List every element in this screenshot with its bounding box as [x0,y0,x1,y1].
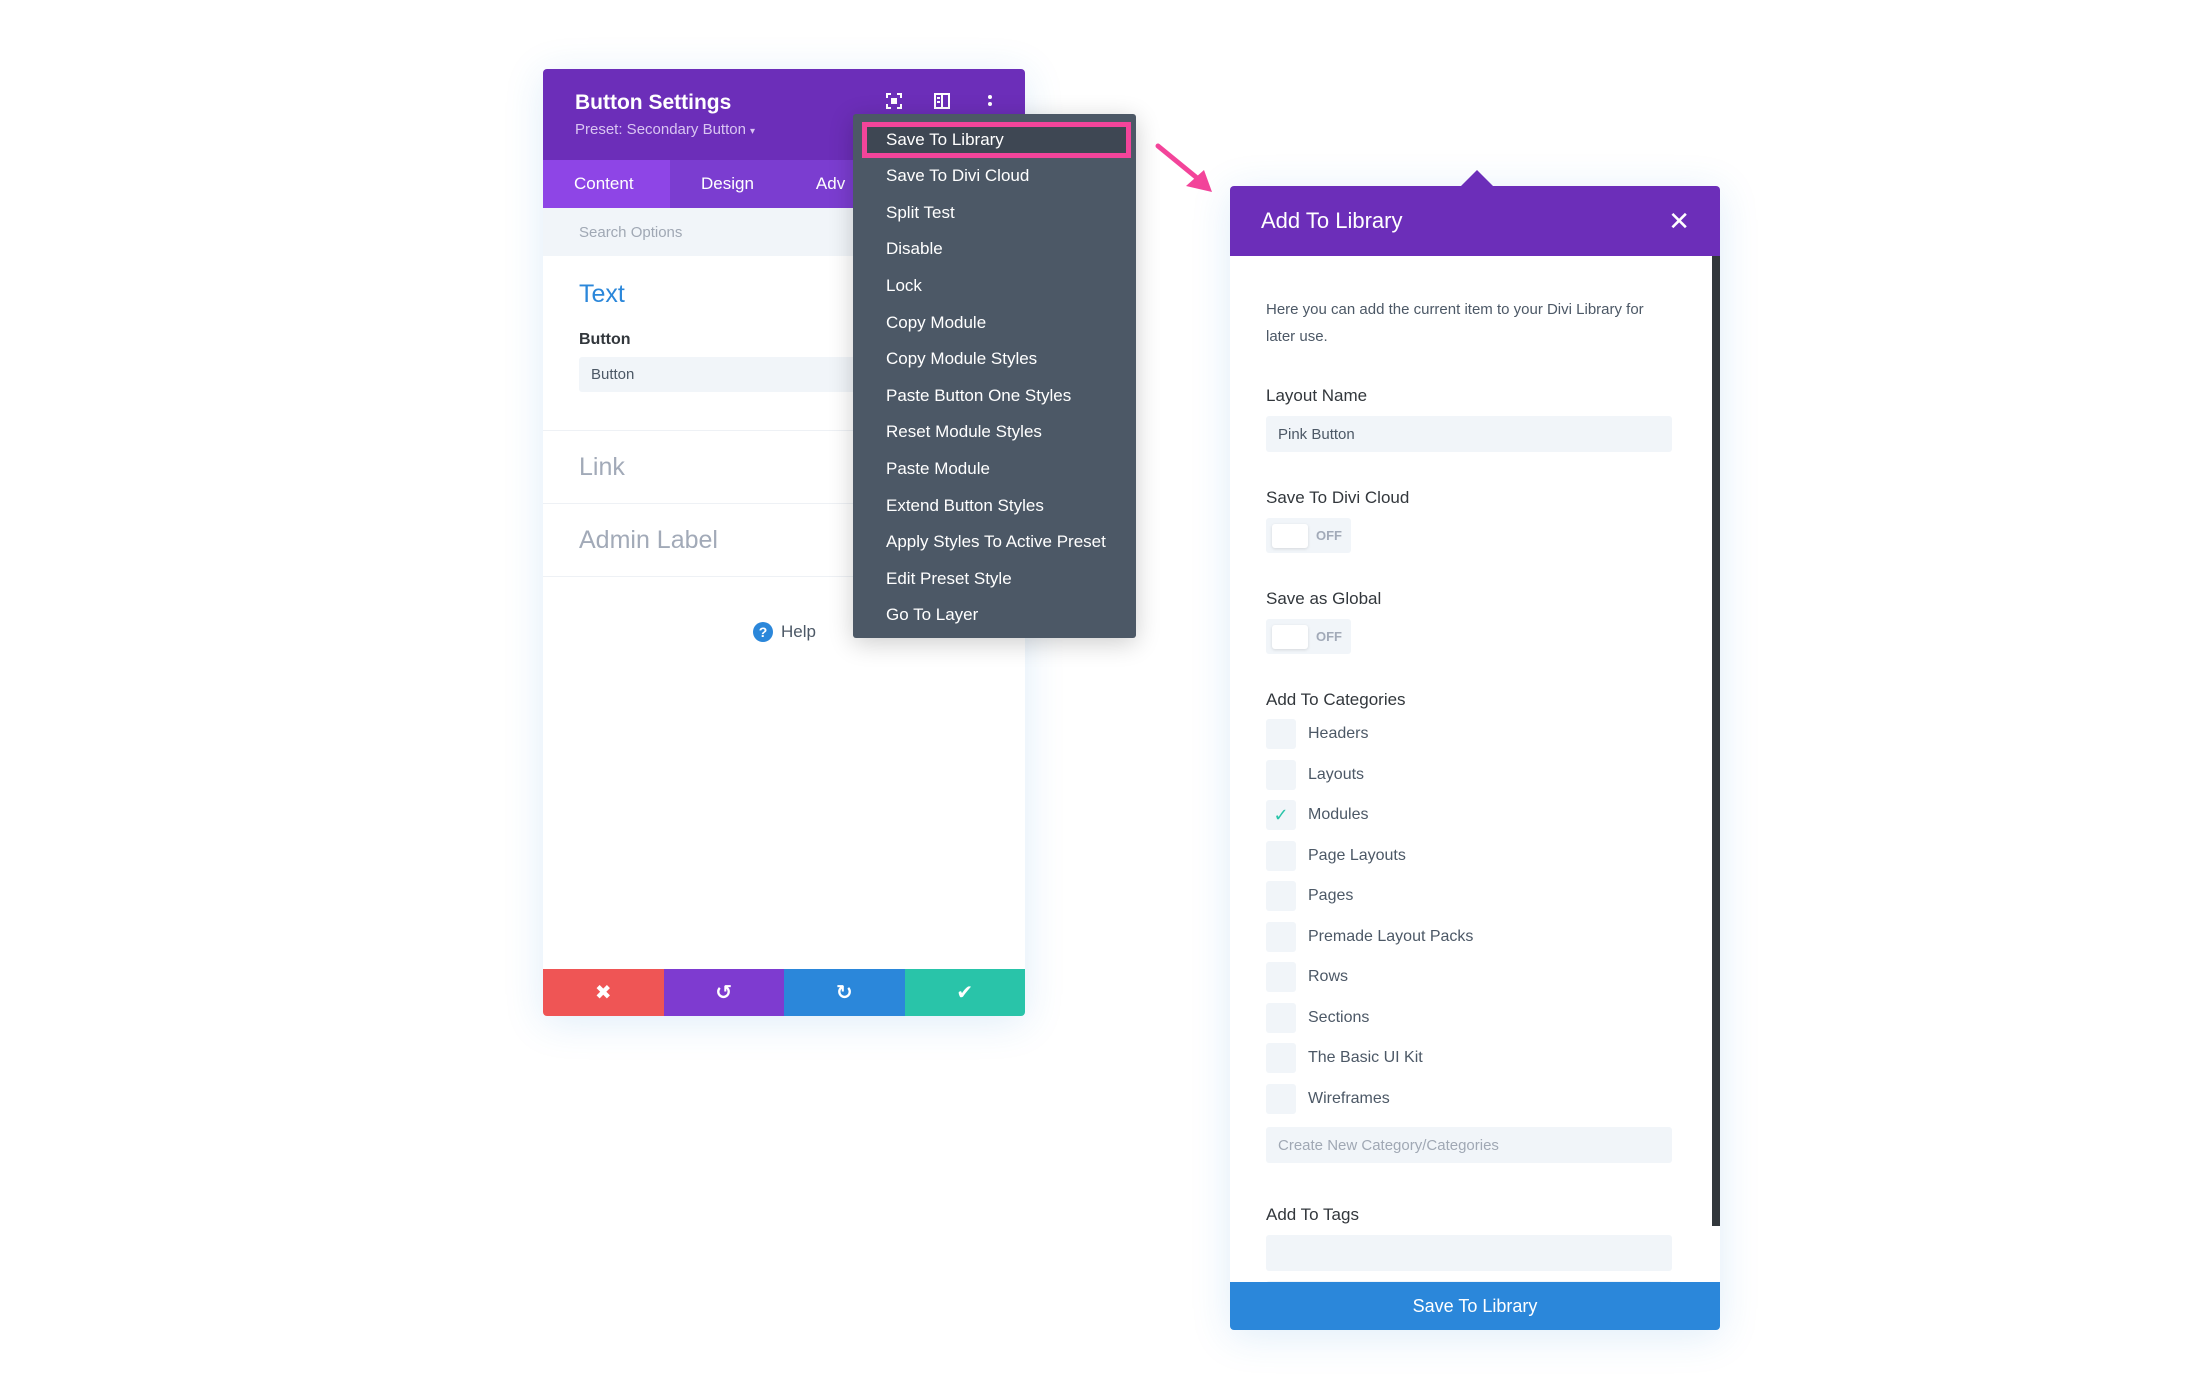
new-category-input[interactable]: Create New Category/Categories [1266,1127,1672,1163]
menu-item-extend-button-styles[interactable]: Extend Button Styles [853,487,1136,524]
category-item[interactable]: Page Layouts [1266,836,1675,877]
menu-item-save-to-library[interactable]: Save To Library [862,122,1131,158]
add-to-library-dialog: Add To Library ✕ Here you can add the cu… [1230,170,1720,1330]
checkbox[interactable] [1266,1083,1296,1114]
checkbox[interactable] [1266,759,1296,790]
help-link[interactable]: ? Help [753,622,816,642]
toggle-knob [1272,625,1308,649]
menu-item-edit-preset-style[interactable]: Edit Preset Style [853,561,1136,598]
tags-input[interactable] [1266,1235,1672,1271]
section-title-link: Link [579,452,625,481]
undo-icon: ↺ [715,982,733,1004]
dialog-body: Here you can add the current item to you… [1230,256,1720,1284]
category-label: Layouts [1308,765,1365,783]
redo-icon: ↻ [835,982,853,1004]
menu-item-go-to-layer[interactable]: Go To Layer [853,597,1136,634]
category-label: Headers [1308,725,1369,743]
category-item[interactable]: Wireframes [1266,1079,1675,1120]
section-title-admin-label: Admin Label [579,525,718,554]
save-as-global-label: Save as Global [1266,589,1382,608]
checkbox[interactable] [1266,962,1296,993]
check-icon: ✔ [956,982,974,1004]
save-to-library-button[interactable]: Save To Library [1230,1282,1720,1330]
category-label: Page Layouts [1308,846,1406,864]
layout-name-label: Layout Name [1266,386,1368,405]
category-item[interactable]: Rows [1266,957,1675,998]
help-label: Help [781,622,816,641]
layout-name-input[interactable]: Pink Button [1266,416,1672,452]
checkbox[interactable] [1266,840,1296,871]
save-to-cloud-toggle[interactable]: OFF [1266,518,1351,553]
category-item[interactable]: ✓ Modules [1266,795,1675,836]
close-icon[interactable]: ✕ [1668,208,1690,234]
toggle-state: OFF [1316,528,1342,543]
menu-item-paste-button-one-styles[interactable]: Paste Button One Styles [853,378,1136,415]
menu-item-save-to-divi-cloud[interactable]: Save To Divi Cloud [853,158,1136,195]
tab-design[interactable]: Design [670,160,785,208]
menu-item-apply-styles-to-active-preset[interactable]: Apply Styles To Active Preset [853,524,1136,561]
header-icons [885,92,999,110]
checkbox-checked[interactable]: ✓ [1266,800,1296,831]
focus-icon[interactable] [885,92,903,110]
category-item[interactable]: Headers [1266,714,1675,755]
category-item[interactable]: Sections [1266,998,1675,1039]
category-item[interactable]: Layouts [1266,755,1675,796]
module-context-menu: Save To Library Save To Divi Cloud Split… [853,114,1136,638]
dialog-description: Here you can add the current item to you… [1266,301,1644,345]
menu-item-lock[interactable]: Lock [853,268,1136,305]
split-view-icon[interactable] [933,92,951,110]
checkbox[interactable] [1266,921,1296,952]
tab-content[interactable]: Content [543,160,670,208]
annotation-arrow-icon [1155,143,1212,192]
menu-item-paste-module[interactable]: Paste Module [853,451,1136,488]
category-label: Pages [1308,887,1354,905]
menu-item-copy-module[interactable]: Copy Module [853,304,1136,341]
category-item[interactable]: Premade Layout Packs [1266,917,1675,958]
menu-item-reset-module-styles[interactable]: Reset Module Styles [853,414,1136,451]
close-icon: ✖ [594,982,612,1004]
undo-button[interactable]: ↺ [663,969,784,1016]
save-to-cloud-label: Save To Divi Cloud [1266,488,1410,507]
checkbox[interactable] [1266,1002,1296,1033]
toggle-state: OFF [1316,629,1342,644]
help-icon: ? [753,622,773,642]
category-label: Rows [1308,968,1349,986]
tags-label: Add To Tags [1266,1205,1359,1224]
dialog-header: Add To Library ✕ [1230,186,1720,256]
menu-item-disable[interactable]: Disable [853,231,1136,268]
category-item[interactable]: Pages [1266,876,1675,917]
caret-down-icon: ▾ [749,126,755,137]
category-list: Headers Layouts ✓ Modules Page Layouts Pa… [1266,714,1675,1119]
category-label: Modules [1308,806,1369,824]
more-vertical-icon[interactable] [981,92,999,110]
cancel-button[interactable]: ✖ [543,969,664,1016]
redo-button[interactable]: ↻ [784,969,905,1016]
checkmark-icon: ✓ [1273,804,1289,825]
category-label: The Basic UI Kit [1308,1049,1423,1067]
save-as-global-toggle[interactable]: OFF [1266,619,1351,654]
menu-item-split-test[interactable]: Split Test [853,195,1136,232]
toggle-knob [1272,524,1308,548]
checkbox[interactable] [1266,719,1296,750]
panel-footer: ✖ ↺ ↻ ✔ [543,969,1025,1016]
categories-label: Add To Categories [1266,690,1406,709]
dialog-title: Add To Library [1261,208,1403,233]
category-label: Wireframes [1308,1089,1390,1107]
category-label: Premade Layout Packs [1308,927,1474,945]
menu-item-copy-module-styles[interactable]: Copy Module Styles [853,341,1136,378]
preset-label: Preset: Secondary Button [575,121,746,138]
dialog-pointer [1460,170,1494,187]
checkbox[interactable] [1266,881,1296,912]
checkbox[interactable] [1266,1043,1296,1074]
save-button[interactable]: ✔ [904,969,1025,1016]
category-label: Sections [1308,1008,1370,1026]
category-item[interactable]: The Basic UI Kit [1266,1038,1675,1079]
